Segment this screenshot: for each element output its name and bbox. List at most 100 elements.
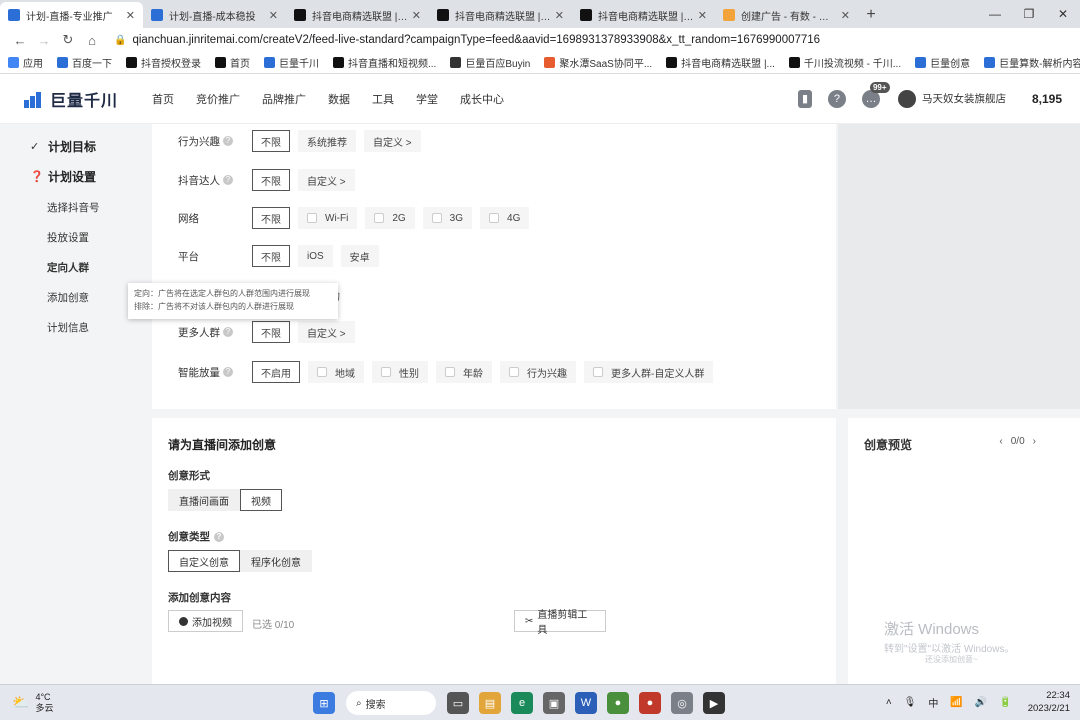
chevron-left-icon[interactable]: ‹ — [999, 436, 1002, 447]
sidebar-step[interactable]: ✓ 计划目标 — [30, 138, 96, 155]
close-icon[interactable]: ✕ — [269, 9, 278, 22]
browser-tab[interactable]: 计划-直播-成本稳投 ✕ — [143, 2, 286, 28]
taskbar-search[interactable]: ⌕ 搜索 — [346, 691, 436, 715]
message-icon[interactable]: … 99+ — [861, 81, 890, 108]
restore-icon[interactable]: ❐ — [1012, 0, 1046, 28]
targeting-option[interactable]: 系统推荐 — [298, 130, 356, 152]
targeting-option[interactable]: 不限 — [252, 130, 290, 152]
help-icon[interactable]: ? — [223, 136, 233, 146]
volume-icon[interactable]: 🔊 — [975, 697, 987, 708]
bookmark-item[interactable]: 抖音授权登录 — [126, 55, 201, 70]
bookmark-item[interactable]: 百度一下 — [57, 55, 112, 70]
ime-indicator[interactable]: 中 — [928, 695, 938, 710]
browser-tab[interactable]: 抖音电商精选联盟 | 商家 ✕ — [429, 2, 572, 28]
store-icon[interactable]: ▣ — [543, 692, 565, 714]
close-window-icon[interactable]: ✕ — [1046, 0, 1080, 28]
browser-tab[interactable]: 抖音电商精选联盟 | 商家 ✕ — [286, 2, 429, 28]
nav-item[interactable]: 数据 — [328, 91, 350, 107]
bookmark-item[interactable]: 巨量百应Buyin — [450, 55, 530, 70]
minimize-icon[interactable]: — — [978, 0, 1012, 28]
chevron-up-icon[interactable]: ˄ — [886, 697, 892, 708]
close-icon[interactable]: ✕ — [698, 9, 707, 22]
mobile-icon[interactable]: ▮ — [797, 89, 812, 108]
bookmark-item[interactable]: 巨量千川 — [264, 55, 319, 70]
battery-icon[interactable]: 🔋 — [999, 697, 1011, 708]
targeting-option[interactable]: Wi-Fi — [298, 207, 358, 229]
browser-tab[interactable]: 抖音电商精选联盟 | 商家 ✕ — [572, 2, 715, 28]
targeting-option[interactable]: 年龄 — [436, 361, 492, 383]
nav-item[interactable]: 工具 — [372, 91, 394, 107]
targeting-option[interactable]: 自定义 > — [298, 321, 355, 343]
targeting-option[interactable]: 安卓 — [340, 245, 379, 267]
nav-item[interactable]: 首页 — [152, 91, 174, 107]
help-icon[interactable]: ? — [223, 367, 233, 377]
bookmark-item[interactable]: 聚水潭SaaS协同平... — [544, 55, 652, 70]
sidebar-item[interactable]: 添加创意 — [47, 290, 89, 305]
targeting-option[interactable]: 不限 — [252, 169, 290, 191]
targeting-option[interactable]: 不启用 — [252, 361, 300, 383]
bookmark-item[interactable]: 应用 — [8, 55, 43, 70]
help-icon[interactable]: ? — [223, 327, 233, 337]
targeting-option[interactable]: 地域 — [308, 361, 364, 383]
url-field[interactable]: 🔒 qianchuan.jinritemai.com/createV2/feed… — [114, 34, 820, 46]
segment-option[interactable]: 程序化创意 — [240, 550, 312, 572]
targeting-option[interactable]: 不限 — [252, 207, 290, 229]
recorder-icon[interactable]: ▶ — [703, 692, 725, 714]
close-icon[interactable]: ✕ — [412, 9, 421, 22]
targeting-option[interactable]: 性别 — [372, 361, 428, 383]
targeting-option[interactable]: 不限 — [252, 245, 290, 267]
app-icon[interactable]: ● — [639, 692, 661, 714]
forward-icon[interactable]: → — [32, 33, 56, 48]
help-icon[interactable]: ? — [223, 175, 233, 185]
bookmark-item[interactable]: 抖音直播和短视频... — [333, 55, 436, 70]
browser-tab[interactable]: 计划-直播-专业推广 ✕ — [0, 2, 143, 28]
add-video-button[interactable]: 添加视频 — [168, 610, 243, 632]
targeting-option[interactable]: iOS — [298, 245, 333, 267]
wifi-icon[interactable]: 📶 — [950, 697, 962, 708]
start-icon[interactable]: ⊞ — [313, 692, 335, 714]
sidebar-item[interactable]: 投放设置 — [47, 230, 89, 245]
help-icon[interactable]: ? — [827, 89, 846, 108]
segment-option[interactable]: 视频 — [240, 489, 282, 511]
segment-option[interactable]: 直播间画面 — [168, 489, 240, 511]
bookmark-item[interactable]: 首页 — [215, 55, 250, 70]
targeting-option[interactable]: 4G — [480, 207, 530, 229]
bookmark-item[interactable]: 抖音电商精选联盟 |... — [666, 55, 775, 70]
targeting-option[interactable]: 更多人群-自定义人群 — [584, 361, 714, 383]
nav-item[interactable]: 品牌推广 — [262, 91, 306, 107]
targeting-option[interactable]: 不限 — [252, 321, 290, 343]
segment-option[interactable]: 自定义创意 — [168, 550, 240, 572]
new-tab-icon[interactable]: + — [858, 2, 884, 28]
targeting-option[interactable]: 2G — [365, 207, 415, 229]
live-edit-tool-button[interactable]: ✂ 直播剪辑工具 — [514, 610, 606, 636]
sidebar-step[interactable]: ❓ 计划设置 — [30, 168, 96, 185]
close-icon[interactable]: ✕ — [555, 9, 564, 22]
logo[interactable]: 巨量千川 — [24, 87, 134, 111]
targeting-option[interactable]: 行为兴趣 — [500, 361, 576, 383]
account-menu[interactable]: 马天奴女装旗舰店 — [897, 89, 1006, 108]
network-app-icon[interactable]: ◎ — [671, 692, 693, 714]
task-view-icon[interactable]: ▭ — [447, 692, 469, 714]
bookmark-item[interactable]: 巨量算数-解析内容 — [984, 55, 1080, 70]
close-icon[interactable]: ✕ — [841, 9, 850, 22]
word-icon[interactable]: W — [575, 692, 597, 714]
targeting-option[interactable]: 自定义 > — [364, 130, 421, 152]
back-icon[interactable]: ← — [8, 33, 32, 48]
sidebar-item[interactable]: 计划信息 — [47, 320, 89, 335]
nav-item[interactable]: 成长中心 — [460, 91, 504, 107]
mic-icon[interactable]: 🎙 — [904, 697, 917, 708]
weather-widget[interactable]: ⛅ 4°C 多云 — [12, 692, 53, 714]
file-explorer-icon[interactable]: ▤ — [479, 692, 501, 714]
chevron-right-icon[interactable]: › — [1033, 436, 1036, 447]
edge-icon[interactable]: e — [511, 692, 533, 714]
clock[interactable]: 22:34 2023/2/21 — [1028, 689, 1070, 715]
browser-tab[interactable]: 创建广告 - 有数 - 有米云 ✕ — [715, 2, 858, 28]
targeting-option[interactable]: 自定义 > — [298, 169, 355, 191]
chrome-icon[interactable]: ● — [607, 692, 629, 714]
help-icon[interactable]: ? — [214, 531, 224, 542]
sidebar-item[interactable]: 定向人群 — [47, 260, 89, 275]
nav-item[interactable]: 学堂 — [416, 91, 438, 107]
sidebar-item[interactable]: 选择抖音号 — [47, 200, 100, 215]
reload-icon[interactable]: ↻ — [56, 32, 80, 48]
targeting-option[interactable]: 3G — [422, 207, 473, 229]
